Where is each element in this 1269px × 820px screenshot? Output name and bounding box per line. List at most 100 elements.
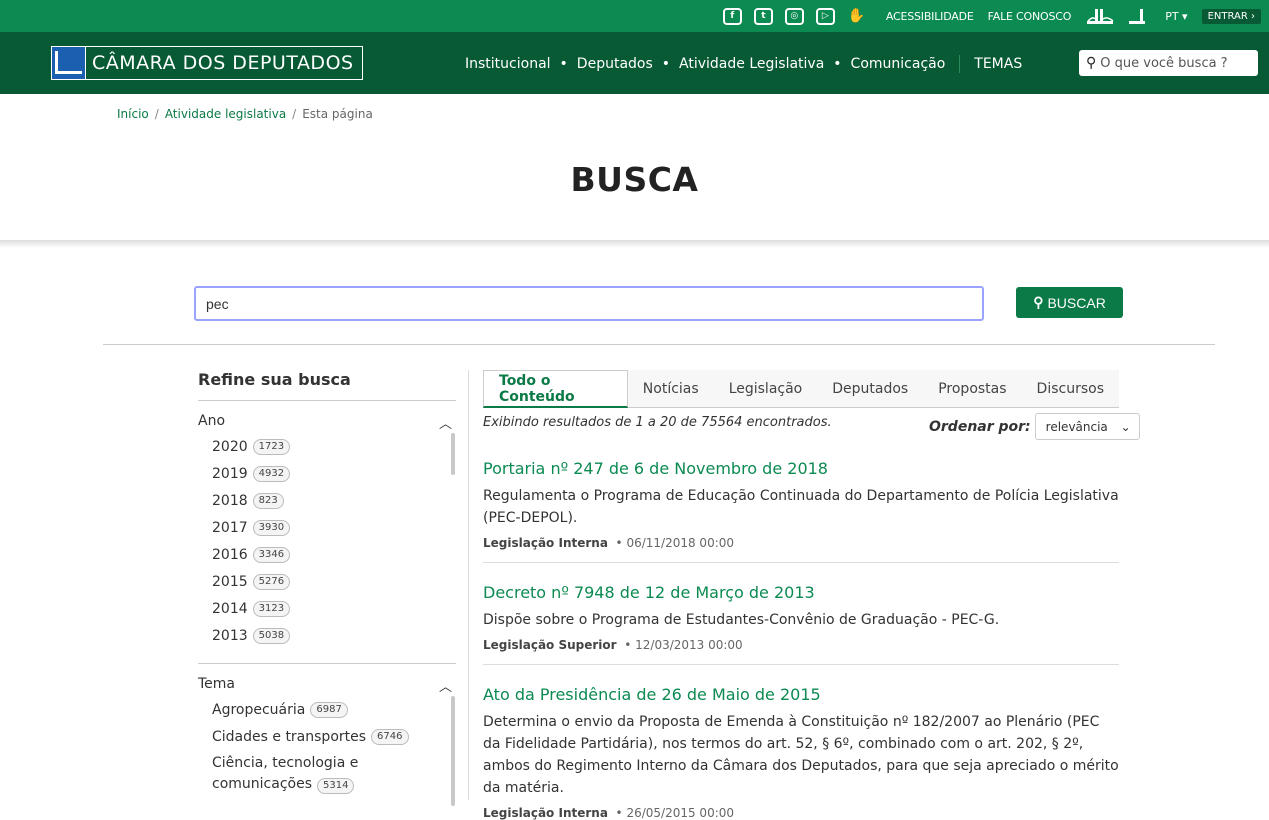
search-input[interactable]: pec — [194, 286, 984, 321]
contact-link[interactable]: FALE CONOSCO — [988, 10, 1072, 23]
result-type: Legislação Interna — [483, 806, 608, 820]
header-search-placeholder: O que você busca ? — [1100, 55, 1228, 71]
section-divider — [0, 240, 1269, 248]
result-title[interactable]: Decreto nº 7948 de 12 de Março de 2013 — [483, 583, 1119, 602]
count-badge: 1723 — [252, 438, 291, 455]
filter-item-label: Cidades e transportes — [212, 728, 367, 745]
chevron-down-icon: ⌄ — [1120, 419, 1131, 434]
result-title[interactable]: Portaria nº 247 de 6 de Novembro de 2018 — [483, 459, 1119, 478]
scrollbar[interactable] — [451, 433, 455, 475]
language-selector[interactable]: PT ▾ — [1165, 10, 1187, 23]
filter-header-tema[interactable]: Tema ︿ — [198, 676, 456, 696]
search-button[interactable]: ⚲ BUSCAR — [1016, 287, 1123, 318]
site-header: CÂMARA DOS DEPUTADOS Institucional • Dep… — [0, 32, 1269, 94]
result-description: Determina o envio da Proposta de Emenda … — [483, 714, 1119, 796]
tab-deputados[interactable]: Deputados — [817, 370, 923, 408]
filter-item[interactable]: Agropecuária 6987 — [212, 696, 456, 723]
breadcrumb-home[interactable]: Início — [117, 107, 149, 121]
breadcrumb-current: Esta página — [302, 107, 373, 121]
filter-item-label: Agropecuária — [212, 701, 306, 718]
count-badge: 3346 — [252, 546, 291, 563]
login-button[interactable]: ENTRAR › — [1201, 8, 1261, 24]
count-badge: 5276 — [252, 573, 291, 590]
breadcrumb-section[interactable]: Atividade legislativa — [165, 107, 286, 121]
refine-panel: Refine sua busca Ano ︿ 2020 1723 2019 4932 … — [198, 370, 456, 806]
filter-item-label: 2014 — [212, 600, 248, 617]
count-badge: 5038 — [252, 627, 291, 644]
filter-item[interactable]: 2015 5276 — [212, 568, 456, 595]
result-meta: Legislação Interna • 06/11/2018 00:00 — [483, 536, 735, 550]
scrollbar[interactable] — [451, 696, 455, 806]
results-tabs: Todo o Conteúdo Notícias Legislação Depu… — [483, 370, 1119, 408]
accessibility-link[interactable]: ACESSIBILIDADE — [886, 10, 974, 23]
nav-comunicacao[interactable]: Comunicação — [851, 56, 946, 72]
result-date: 26/05/2015 00:00 — [626, 806, 735, 820]
nav-atividade-legislativa[interactable]: Atividade Legislativa — [679, 56, 824, 72]
header-search-input[interactable]: ⚲ O que você busca ? — [1079, 50, 1258, 76]
result-type: Legislação Superior — [483, 638, 617, 652]
column-divider — [468, 370, 469, 800]
search-icon: ⚲ — [1033, 294, 1044, 310]
tab-legislacao[interactable]: Legislação — [714, 370, 818, 408]
site-logo[interactable]: CÂMARA DOS DEPUTADOS — [51, 46, 363, 80]
result-description: Regulamenta o Programa de Educação Conti… — [483, 488, 1119, 526]
filter-item-label: 2018 — [212, 492, 248, 509]
breadcrumb: Início / Atividade legislativa / Esta página — [117, 107, 373, 121]
twitter-icon[interactable]: t — [753, 7, 773, 25]
divider — [198, 663, 456, 664]
filter-label: Tema — [198, 676, 236, 692]
sort-select[interactable]: relevância ⌄ — [1034, 413, 1140, 440]
result-title[interactable]: Ato da Presidência de 26 de Maio de 2015 — [483, 685, 1119, 704]
top-bar: f t ◎ ▷ ✋ ACESSIBILIDADE FALE CONOSCO PT… — [0, 0, 1269, 32]
nav-deputados[interactable]: Deputados — [577, 56, 653, 72]
filter-item[interactable]: Ciência, tecnologia e comunicações 5314 — [212, 753, 372, 795]
filter-item-label: 2015 — [212, 573, 248, 590]
count-badge: 5314 — [316, 778, 355, 794]
results-count: Exibindo resultados de 1 a 20 de 75564 e… — [483, 415, 832, 430]
result-item: Portaria nº 247 de 6 de Novembro de 2018… — [483, 459, 1119, 563]
search-icon: ⚲ — [1086, 55, 1097, 71]
filter-group-tema: Tema ︿ Agropecuária 6987 Cidades e transpo… — [198, 676, 456, 806]
instagram-icon[interactable]: ◎ — [784, 7, 804, 25]
result-date: 12/03/2013 00:00 — [635, 638, 743, 652]
chevron-up-icon[interactable]: ︿ — [439, 676, 452, 696]
filter-header-ano[interactable]: Ano ︿ — [198, 413, 456, 433]
tab-noticias[interactable]: Notícias — [628, 370, 714, 408]
filter-item[interactable]: Cidades e transportes 6746 — [212, 723, 456, 750]
result-date: 06/11/2018 00:00 — [626, 536, 735, 550]
count-badge: 6746 — [371, 728, 409, 745]
nav-temas[interactable]: TEMAS — [974, 56, 1022, 72]
search-button-label: BUSCAR — [1047, 294, 1106, 311]
youtube-icon[interactable]: ▷ — [815, 7, 835, 25]
filter-item[interactable]: 2014 3123 — [212, 595, 456, 622]
count-badge: 4932 — [252, 465, 291, 482]
tab-discursos[interactable]: Discursos — [1022, 370, 1119, 408]
filter-item-label: 2019 — [212, 465, 248, 482]
nav-institucional[interactable]: Institucional — [465, 56, 551, 72]
result-type: Legislação Interna — [483, 536, 608, 550]
filter-item-label: 2016 — [212, 546, 248, 563]
tab-propostas[interactable]: Propostas — [923, 370, 1021, 408]
sort-value: relevância — [1045, 419, 1108, 434]
filter-item-label: 2017 — [212, 519, 248, 536]
result-description: Dispõe sobre o Programa de Estudantes-Co… — [483, 612, 1000, 628]
filter-item[interactable]: 2013 5038 — [212, 622, 456, 649]
filter-item[interactable]: 2019 4932 — [212, 460, 456, 487]
chevron-up-icon[interactable]: ︿ — [439, 413, 452, 433]
filter-item[interactable]: 2017 3930 — [212, 514, 456, 541]
camara-icon[interactable] — [1085, 7, 1115, 25]
filter-item[interactable]: 2020 1723 — [212, 433, 456, 460]
logo-text: CÂMARA DOS DEPUTADOS — [92, 52, 354, 74]
sort-label: Ordenar por: — [929, 418, 1031, 435]
count-badge: 3123 — [252, 600, 291, 617]
refine-title: Refine sua busca — [198, 370, 456, 401]
count-badge: 6987 — [310, 701, 348, 718]
filter-item[interactable]: 2016 3346 — [212, 541, 456, 568]
filter-item[interactable]: 2018 823 — [212, 487, 456, 514]
count-badge: 823 — [252, 492, 284, 509]
tab-todo-conteudo[interactable]: Todo o Conteúdo — [483, 370, 628, 408]
camara-building-icon[interactable] — [1127, 7, 1147, 25]
facebook-icon[interactable]: f — [722, 7, 742, 25]
sign-language-icon[interactable]: ✋ — [847, 8, 866, 25]
filter-item-label: 2013 — [212, 627, 248, 644]
